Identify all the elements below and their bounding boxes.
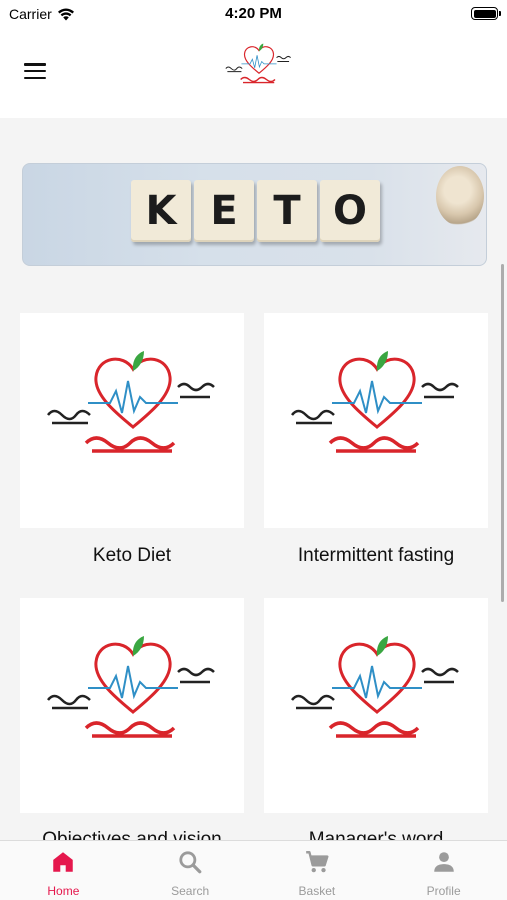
- keto-hammad-logo: [47, 351, 215, 453]
- category-card-keto-diet[interactable]: [20, 313, 244, 528]
- bottom-tab-bar: Home Search Basket Profile: [0, 840, 507, 900]
- keto-hammad-logo: [47, 636, 215, 738]
- scrollbar[interactable]: [501, 264, 504, 602]
- keto-hammad-logo: [291, 636, 459, 738]
- tab-profile[interactable]: Profile: [380, 841, 507, 900]
- tab-search-label: Search: [171, 884, 210, 898]
- battery-icon: [471, 7, 501, 20]
- keto-hammad-logo: [225, 43, 291, 84]
- tile-e: E: [194, 180, 254, 242]
- tile-k: K: [131, 180, 191, 242]
- flower-decoration: [436, 166, 484, 226]
- letter-tiles: K E T O: [131, 180, 380, 242]
- cart-icon: [306, 851, 329, 873]
- tile-t: T: [257, 180, 317, 242]
- status-time: 4:20 PM: [225, 5, 282, 22]
- app-header: [0, 30, 507, 118]
- card-title-intermittent-fasting[interactable]: Intermittent fasting: [251, 545, 501, 567]
- tab-profile-label: Profile: [426, 884, 461, 898]
- card-title-keto-diet[interactable]: Keto Diet: [7, 545, 257, 567]
- home-content[interactable]: K E T O Keto Diet Intermittent fasting O…: [0, 118, 507, 840]
- person-icon: [433, 852, 454, 872]
- tab-home-label: Home: [47, 884, 80, 898]
- tab-basket[interactable]: Basket: [254, 841, 381, 900]
- category-card-intermittent-fasting[interactable]: [264, 313, 488, 528]
- hamburger-menu-icon[interactable]: [24, 63, 46, 79]
- tab-search[interactable]: Search: [127, 841, 254, 900]
- keto-banner[interactable]: K E T O: [22, 163, 487, 266]
- keto-hammad-logo: [291, 351, 459, 453]
- card-title-managers-word[interactable]: Manager's word: [251, 829, 501, 840]
- category-card-objectives-vision[interactable]: [20, 598, 244, 813]
- status-bar: Carrier 4:20 PM: [0, 0, 507, 30]
- category-card-managers-word[interactable]: [264, 598, 488, 813]
- tab-basket-label: Basket: [298, 884, 336, 898]
- home-icon: [53, 852, 74, 872]
- tab-home[interactable]: Home: [0, 841, 127, 900]
- search-icon: [179, 851, 202, 874]
- tile-o: O: [320, 180, 380, 242]
- card-title-objectives-vision[interactable]: Objectives and vision: [7, 829, 257, 840]
